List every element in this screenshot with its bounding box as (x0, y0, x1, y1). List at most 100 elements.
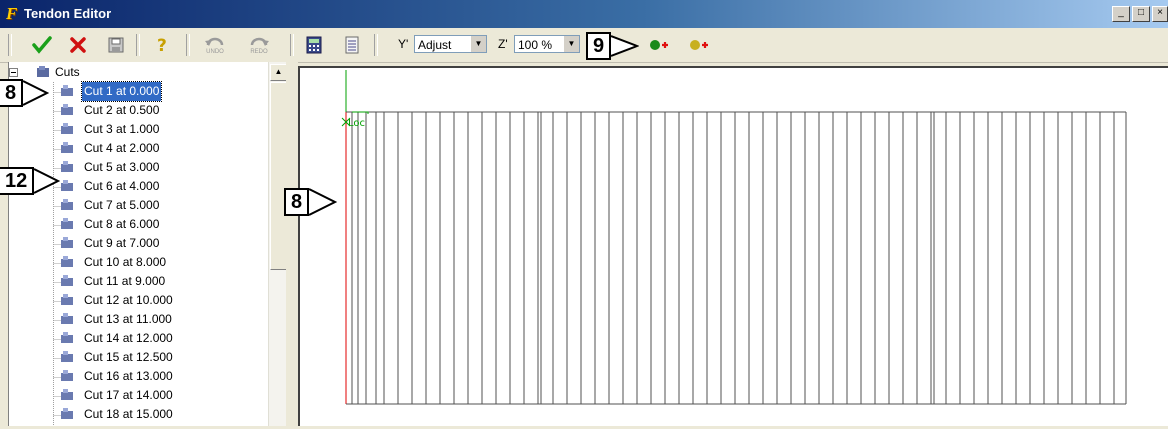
cuts-tree: Cuts Cut 1 at 0.000 Cut 2 at 0.500 Cut 3 a… (8, 62, 287, 426)
cut-section-icon (61, 332, 73, 343)
app-logo-icon: F (6, 4, 18, 23)
cut-section-icon (61, 408, 73, 419)
calculator-icon (306, 36, 322, 54)
tree-item-label: Cut 4 at 2.000 (84, 141, 160, 155)
callout-toolbar: 9 (586, 32, 640, 60)
callout-label: 9 (586, 32, 612, 60)
cut-section-icon (61, 123, 73, 134)
tree-item-label: Cut 15 at 12.500 (84, 350, 173, 364)
redo-icon (250, 37, 269, 46)
tree-item-label: Cut 5 at 3.000 (84, 160, 160, 174)
help-button[interactable]: ? (150, 33, 174, 57)
cut-section-icon (61, 275, 73, 286)
toolbar-separator (186, 34, 190, 56)
tree-item-label: Cut 17 at 14.000 (84, 388, 173, 402)
window-controls: _ □ × (1110, 6, 1168, 22)
y-adjust-value: Adjust (418, 38, 452, 52)
tree-item-label: Cut 13 at 11.000 (84, 312, 172, 326)
window-title: Tendon Editor (24, 6, 112, 21)
add-green-icon (650, 40, 668, 50)
add-yellow-icon (690, 40, 708, 50)
callout-arrow-icon (611, 35, 640, 57)
cut-section-icon (61, 313, 73, 324)
add-tendon-button[interactable] (646, 33, 672, 57)
cut-section-icon (61, 389, 73, 400)
toolbar-separator (374, 34, 378, 56)
close-button[interactable]: × (1152, 6, 1168, 22)
callout-label: 8 (284, 188, 310, 216)
redo-button[interactable]: REDO (244, 33, 274, 57)
toolbar-separator (290, 34, 294, 56)
tree-item-label: Cut 8 at 6.000 (84, 217, 160, 231)
zoom-select[interactable]: 100 % ▼ (514, 35, 580, 53)
cut-section-icon (61, 180, 73, 191)
title-bar: F Tendon Editor _ □ × (0, 0, 1168, 28)
cut-section-icon (61, 370, 73, 381)
tree-item-label: Cut 7 at 5.000 (84, 198, 160, 212)
folder-cuts-icon (37, 66, 49, 77)
y-adjust-select[interactable]: Adjust ▼ (414, 35, 487, 53)
cut-section-icon (61, 294, 73, 305)
toolbar-separator (136, 34, 140, 56)
tree-item-label: Cut 11 at 9.000 (84, 274, 166, 288)
callout-tree-top: 8 (0, 78, 50, 108)
scroll-thumb[interactable] (270, 82, 287, 270)
tree-item-label: Cut 18 at 15.000 (84, 407, 173, 421)
callout-arrow-icon (23, 80, 50, 106)
chevron-down-icon[interactable]: ▼ (470, 36, 486, 52)
floppy-icon (108, 37, 124, 53)
tree-item-label: Cut 3 at 1.000 (84, 122, 160, 136)
chevron-down-icon[interactable]: ▼ (563, 36, 579, 52)
zoom-value: 100 % (518, 38, 553, 52)
z-axis-label: Z' (498, 37, 508, 51)
cut-section-icon (61, 104, 73, 115)
undo-label: UNDO (206, 48, 224, 55)
callout-label: 8 (0, 79, 24, 107)
reject-button[interactable] (66, 33, 90, 57)
tree-branches (53, 92, 61, 416)
callout-tree-mid: 12 (0, 166, 61, 196)
redo-label: REDO (250, 48, 268, 55)
report-button[interactable] (340, 33, 364, 57)
tendon-drawing: Loc (341, 70, 1127, 405)
scroll-up-icon[interactable]: ▲ (270, 64, 287, 81)
undo-icon (205, 37, 224, 46)
add-tendon-alt-button[interactable] (686, 33, 712, 57)
callout-arrow-icon (34, 168, 61, 194)
minimize-button[interactable]: _ (1112, 6, 1130, 22)
tree-item-label: Cut 1 at 0.000 (80, 81, 163, 102)
tree-item-label: Cut 14 at 12.000 (84, 331, 173, 345)
cut-section-icon (61, 218, 73, 229)
help-icon: ? (157, 36, 167, 55)
callout-arrow-icon (309, 188, 338, 216)
cut-lines (351, 112, 1115, 404)
maximize-button[interactable]: □ (1132, 6, 1150, 22)
cut-section-icon (61, 351, 73, 362)
check-icon (32, 36, 52, 54)
report-icon (345, 36, 359, 54)
callout-canvas: 8 (284, 186, 338, 218)
cut-section-icon (61, 237, 73, 248)
calculator-button[interactable] (302, 33, 326, 57)
svg-text:?: ? (157, 36, 167, 55)
tree-item-label: Cut 9 at 7.000 (84, 236, 160, 250)
tree-item-label: Cut 2 at 0.500 (84, 103, 160, 117)
tree-scrollbar[interactable]: ▲ (268, 62, 287, 426)
toolbar: ? UNDO REDO Y' Adjust ▼ Z' 100 % ▼ 9 (0, 28, 1168, 63)
cut-section-icon (61, 161, 73, 172)
tree-item-label: Cut 12 at 10.000 (84, 293, 173, 307)
panel-splitter[interactable] (286, 62, 298, 426)
save-button[interactable] (104, 33, 128, 57)
tree-item-label: Cut 16 at 13.000 (84, 369, 173, 383)
undo-button[interactable]: UNDO (200, 33, 230, 57)
accept-button[interactable] (30, 33, 54, 57)
cut-section-icon (61, 142, 73, 153)
loc-label: Loc (348, 118, 365, 129)
tendon-canvas[interactable]: Loc (298, 66, 1168, 426)
y-axis-label: Y' (398, 37, 409, 51)
tree-item-label: Cut 10 at 8.000 (84, 255, 167, 269)
tree-lines (9, 68, 61, 426)
cut-section-icon (61, 199, 73, 210)
cut-section-icon (61, 85, 73, 96)
x-icon (70, 37, 86, 53)
